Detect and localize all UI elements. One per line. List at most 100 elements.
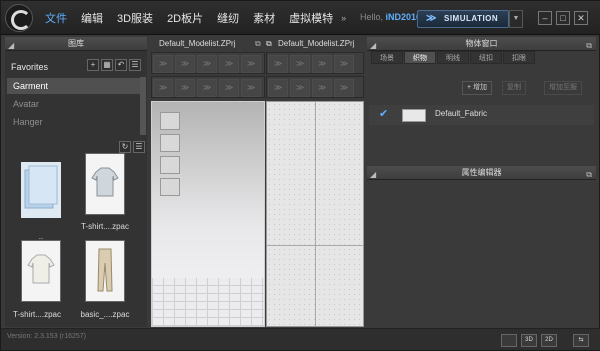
tool-icon[interactable]: ≫ [153,55,173,73]
tab-topstitch[interactable]: 明线 [437,51,469,64]
tab-2d-view[interactable]: ⧉ Default_Modelist.ZPrj [266,37,364,51]
property-editor: ◢ 属性编辑器 ⧉ [367,166,596,327]
2d-toolbar-row: ≫ ≫ ≫ ≫ [266,52,364,74]
library-title: 图库 [68,39,84,48]
check-icon: ✔ [379,108,389,120]
property-editor-title: 属性编辑器 [461,168,502,177]
center-line [315,102,316,326]
grid-icon[interactable]: ▦ [101,59,113,71]
status-bar: Version: 2.3.153 (r16257) 3D 2D ⇆ [1,328,600,350]
tab-3d-label: Default_Modelist.ZPrj [159,39,236,48]
tool-icon[interactable]: ≫ [241,55,261,73]
popout-icon[interactable]: ⧉ [586,39,592,52]
close-button[interactable]: ✕ [574,11,588,25]
user-name: iND2016 [385,12,422,22]
tab-button[interactable]: 纽扣 [470,51,502,64]
tool-icon[interactable]: ≫ [175,79,195,97]
fabric-list-item[interactable]: ✔ Default_Fabric [369,105,594,125]
avatar-silhouette-icon[interactable] [160,178,180,196]
back-icon[interactable]: ↶ [115,59,127,71]
thumbnail-caption: T-shirt....zpac [12,310,61,319]
favorites-label: Favorites [11,62,49,72]
tool-icon[interactable]: ≫ [290,79,310,97]
tshirt-icon[interactable] [85,153,125,215]
tab-buttonhole[interactable]: 扣眼 [503,51,535,64]
object-window-header: ◢ 物体窗口 ⧉ [367,37,596,51]
view-mode-icon[interactable] [160,134,180,152]
tool-icon[interactable]: ≫ [312,55,332,73]
menu-file[interactable]: 文件 [45,10,67,26]
library-item-avatar[interactable]: Avatar [7,96,143,112]
maximize-button[interactable]: □ [556,11,570,25]
library-item-garment[interactable]: Garment [7,78,143,94]
menu-2d-pattern[interactable]: 2D板片 [167,10,203,26]
user-greeting: Hello, iND2016 [360,12,422,22]
avatar-display-icon[interactable] [160,112,180,130]
fabric-name: Default_Fabric [435,109,488,118]
library-header: ◢ 图库 [5,37,147,51]
floor-grid [152,278,264,326]
menu-materials[interactable]: 素材 [253,10,275,26]
3d-viewport[interactable] [151,101,265,327]
fabric-swatch [402,109,426,122]
tshirt-icon[interactable] [21,240,61,302]
object-window: ◢ 物体窗口 ⧉ 场景 织物 明线 纽扣 扣眼 + 增加 复制 增加至服 ✔ D… [367,37,596,163]
thumbnail-caption: basic_....zpac [80,310,130,319]
main-menu: 文件 编辑 3D服装 2D板片 缝纫 素材 虚拟模特 » [45,1,360,35]
tab-scene[interactable]: 场景 [371,51,403,64]
folder-icon[interactable] [21,162,61,218]
collapse-icon[interactable]: ◢ [370,168,376,181]
menu-3d-garment[interactable]: 3D服装 [117,10,153,26]
2d-viewport[interactable] [266,101,364,327]
menu-sewing[interactable]: 缝纫 [217,10,239,26]
tab-2d-label: Default_Modelist.ZPrj [278,39,355,48]
tool-icon[interactable]: ≫ [312,79,332,97]
library-scrollbar[interactable] [140,77,146,135]
tool-icon[interactable]: ≫ [268,55,288,73]
property-editor-header: ◢ 属性编辑器 ⧉ [367,166,596,180]
popout-icon[interactable]: ⧉ [586,168,592,181]
tool-icon[interactable]: ≫ [241,79,261,97]
sync-icon[interactable]: ⇆ [573,334,589,347]
object-window-tabs: 场景 织物 明线 纽扣 扣眼 [371,51,536,65]
view-3d-button[interactable]: 3D [521,334,537,347]
app-window: 文件 编辑 3D服装 2D板片 缝纫 素材 虚拟模特 » Hello, iND2… [0,0,600,351]
menu-more-icon[interactable]: » [341,13,346,23]
add-fabric-button[interactable]: + 增加 [462,81,493,95]
simulation-dropdown-icon[interactable]: ▼ [509,10,523,28]
layout-toggle-icon[interactable] [501,334,517,347]
add-to-garment-button[interactable]: 增加至服 [544,81,582,95]
app-logo-icon[interactable] [5,4,33,32]
version-label: Version: 2.3.153 (r16257) [7,333,86,340]
tool-icon[interactable]: ≫ [334,55,354,73]
view-2d-button[interactable]: 2D [541,334,557,347]
horizontal-line [267,245,363,246]
tool-icon[interactable]: ≫ [268,79,288,97]
top-menu-bar: 文件 编辑 3D服装 2D板片 缝纫 素材 虚拟模特 » Hello, iND2… [1,1,600,35]
add-favorite-icon[interactable]: + [87,59,99,71]
collapse-icon[interactable]: ◢ [8,39,14,52]
tool-icon[interactable]: ≫ [334,79,354,97]
tab-3d-view[interactable]: Default_Modelist.ZPrj ⧉ [151,37,263,51]
popout-icon[interactable]: ⧉ [255,37,261,51]
list-icon[interactable]: ☰ [129,59,141,71]
tool-icon[interactable]: ≫ [197,55,217,73]
popout-icon[interactable]: ⧉ [266,37,272,51]
tool-icon[interactable]: ≫ [290,55,310,73]
2d-toolbar-row: ≫ ≫ ≫ ≫ [266,76,364,98]
simulation-button[interactable]: SIMULATION [417,10,509,28]
object-window-title: 物体窗口 [465,39,498,48]
tool-icon[interactable]: ≫ [219,55,239,73]
tool-icon[interactable]: ≫ [175,55,195,73]
tool-icon[interactable]: ≫ [153,79,173,97]
minimize-button[interactable]: – [538,11,552,25]
copy-fabric-button[interactable]: 复制 [502,81,526,95]
texture-icon[interactable] [160,156,180,174]
tool-icon[interactable]: ≫ [197,79,217,97]
menu-avatar[interactable]: 虚拟模特 [289,10,333,26]
pants-icon[interactable] [85,240,125,302]
menu-edit[interactable]: 编辑 [81,10,103,26]
library-item-hanger[interactable]: Hanger [7,114,143,130]
tool-icon[interactable]: ≫ [219,79,239,97]
tab-fabric[interactable]: 织物 [404,51,436,64]
